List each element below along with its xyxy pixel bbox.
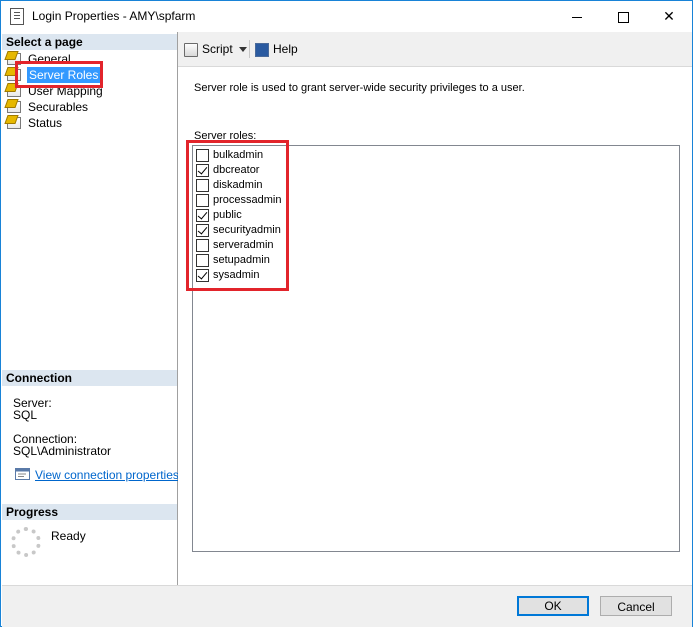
minimize-icon xyxy=(572,16,582,18)
properties-window-icon xyxy=(10,8,24,25)
connection-value: SQL\Administrator xyxy=(13,444,112,458)
sidebar-item-label: Status xyxy=(28,116,63,130)
help-label: Help xyxy=(273,42,298,56)
page-icon xyxy=(7,117,21,129)
help-button[interactable]: Help xyxy=(255,40,298,58)
view-connection-properties-link[interactable]: View connection properties xyxy=(35,468,179,482)
help-icon xyxy=(255,42,269,57)
progress-status: Ready xyxy=(51,529,86,543)
minimize-button[interactable] xyxy=(554,1,600,31)
cancel-button[interactable]: Cancel xyxy=(600,596,672,616)
window-title: Login Properties - AMY\spfarm xyxy=(32,9,196,23)
left-panel: Select a page General Server Roles User … xyxy=(2,32,179,585)
progress-spinner-icon xyxy=(11,527,41,557)
chevron-down-icon[interactable] xyxy=(238,47,247,53)
page-description: Server role is used to grant server-wide… xyxy=(194,82,525,94)
select-page-heading: Select a page xyxy=(2,33,177,50)
script-button[interactable]: Script xyxy=(184,40,247,58)
maximize-button[interactable] xyxy=(600,1,646,31)
server-value: SQL xyxy=(13,408,38,422)
script-label: Script xyxy=(202,42,233,56)
maximize-icon xyxy=(617,11,629,23)
dialog-button-bar: OK Cancel xyxy=(2,585,692,627)
login-properties-window: Login Properties - AMY\spfarm ✕ Select a… xyxy=(0,0,693,627)
sidebar-item-label: Securables xyxy=(28,100,89,114)
title-bar[interactable]: Login Properties - AMY\spfarm ✕ xyxy=(1,1,692,31)
close-icon: ✕ xyxy=(663,8,675,24)
connection-heading: Connection xyxy=(2,369,177,386)
annotation-highlight-server-roles-list xyxy=(186,140,289,291)
progress-heading: Progress xyxy=(2,503,177,520)
annotation-highlight-server-roles xyxy=(15,61,103,88)
page-icon xyxy=(7,101,21,113)
script-icon xyxy=(184,42,198,57)
main-content: Script Help Server role is used to grant… xyxy=(178,32,692,585)
properties-link-icon xyxy=(15,468,30,480)
ok-button[interactable]: OK xyxy=(517,596,589,616)
toolbar-divider xyxy=(249,40,250,58)
toolbar: Script Help xyxy=(178,32,692,67)
close-button[interactable]: ✕ xyxy=(646,1,692,31)
